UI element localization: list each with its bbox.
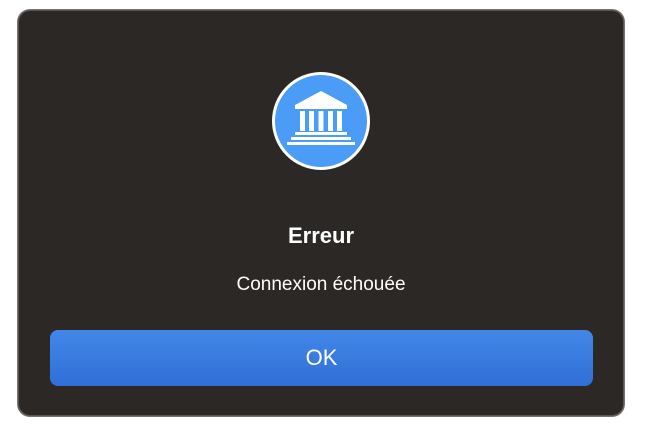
bank-building-icon: [271, 71, 371, 171]
dialog-message: Connexion échouée: [236, 274, 406, 295]
error-dialog: Erreur Connexion échouée OK: [18, 10, 624, 416]
ok-button[interactable]: OK: [50, 330, 593, 386]
dialog-title: Erreur: [287, 223, 355, 248]
